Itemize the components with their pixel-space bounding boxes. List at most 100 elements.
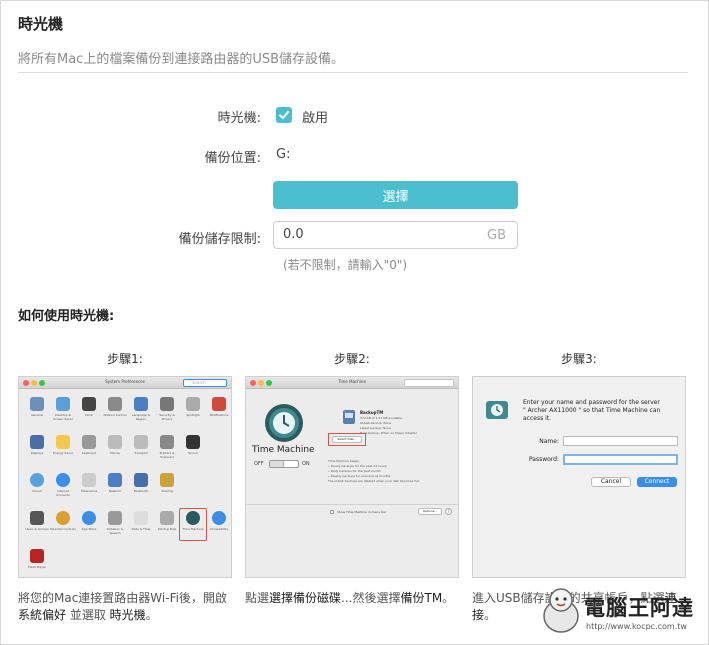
pref-label: Printers & Scanners	[159, 451, 175, 459]
enable-checkbox[interactable]	[276, 107, 292, 123]
pref-icon-dictation-speech[interactable]	[108, 511, 122, 525]
pref-label: Users & Groups	[25, 527, 49, 531]
pref-icon-flash-player[interactable]	[30, 549, 44, 563]
pref-icon-internet-accounts[interactable]	[56, 473, 70, 487]
limit-field[interactable]: GB	[273, 221, 518, 249]
pref-icon-sound[interactable]	[186, 435, 200, 449]
pref-label: Bluetooth	[133, 489, 149, 493]
screenshot-time-machine: Time Machine Time Machine OFF ON ⋮⋮ Back…	[245, 376, 459, 578]
divider	[18, 72, 688, 73]
connect-prompt: Enter your name and password for the ser…	[523, 399, 661, 422]
watermark-brand: 電腦王阿達	[584, 596, 694, 620]
connect-cancel-button[interactable]: Cancel	[591, 477, 631, 487]
pref-label: Displays	[30, 451, 44, 455]
pref-icon-users-groups[interactable]	[30, 511, 44, 525]
watermark-url: http://www.kocpc.com.tw	[586, 622, 687, 631]
limit-unit: GB	[487, 228, 506, 243]
pref-label: General	[31, 413, 43, 417]
select-disk-button[interactable]: Select Disk...	[332, 436, 362, 443]
limit-hint: (若不限制，請輸入"0")	[283, 258, 408, 272]
pref-label: Sharing	[161, 489, 173, 493]
pref-icon-trackpad[interactable]	[134, 435, 148, 449]
prefs-search-field[interactable]: Search	[183, 379, 227, 387]
pref-icon-printers-scanners[interactable]	[160, 435, 174, 449]
pref-label: Security & Privacy	[159, 413, 175, 421]
help-icon[interactable]: ?	[445, 508, 452, 515]
pref-icon-energy-saver[interactable]	[56, 435, 70, 449]
pref-icon-mission-control[interactable]	[108, 397, 122, 411]
pref-label: Network	[108, 489, 122, 493]
pref-icon-mouse[interactable]	[108, 435, 122, 449]
pref-icon-startup-disk[interactable]	[160, 511, 174, 525]
time-machine-highlight	[179, 508, 207, 541]
pref-icon-desktop-screen-saver[interactable]	[56, 397, 70, 411]
menu-bar-label: Show Time Machine in menu bar	[337, 510, 387, 514]
screenshot-system-preferences: System Preferences Search General Desktop…	[18, 376, 232, 578]
pref-icon-displays[interactable]	[30, 435, 44, 449]
pref-label: App Store	[81, 527, 97, 531]
mascot-icon	[543, 588, 579, 633]
backup-location-value: G:	[276, 147, 291, 162]
pref-label: Date & Time	[131, 527, 151, 531]
pref-icon-spotlight[interactable]	[186, 397, 200, 411]
pref-icon-extensions[interactable]	[82, 473, 96, 487]
pref-label: Dictation & Speech	[106, 527, 124, 535]
pref-icon-language-region[interactable]	[134, 397, 148, 411]
pref-label: Trackpad	[134, 451, 148, 455]
pref-label: Mouse	[110, 451, 120, 455]
howto-title: 如何使用時光機:	[18, 309, 115, 324]
check-icon	[279, 111, 289, 119]
options-button[interactable]: Options...	[418, 508, 442, 515]
pref-label: Parental Controls	[50, 527, 76, 531]
pref-label: Language & Region	[131, 413, 151, 421]
pref-icon-dock[interactable]	[82, 397, 96, 411]
step-1-label: 步驟1:	[107, 352, 143, 366]
connect-connect-button[interactable]: Connect	[637, 477, 677, 487]
screenshot-connect-dialog: Enter your name and password for the ser…	[472, 376, 686, 578]
step-2-caption: 點選選擇備份磁碟...然後選擇備份TM。	[245, 591, 455, 605]
pref-label: Energy Saver	[52, 451, 74, 455]
connect-name-input[interactable]	[563, 436, 678, 446]
tm-off-label: OFF	[254, 461, 264, 467]
section-description: 將所有Mac上的檔案備份到連接路由器的USB儲存設備。	[18, 52, 345, 67]
pref-icon-general[interactable]	[30, 397, 44, 411]
pref-label: Dock	[85, 413, 93, 417]
pref-icon-security-privacy[interactable]	[160, 397, 174, 411]
pref-icon-notifications[interactable]	[212, 397, 226, 411]
backup-location-label: 備份位置:	[204, 151, 261, 166]
tm-disk-name: BackupTM	[360, 410, 384, 415]
section-title: 時光機	[18, 15, 64, 33]
pref-label: Sound	[188, 451, 198, 455]
connect-password-label: Password:	[528, 456, 559, 463]
limit-input[interactable]	[283, 227, 463, 242]
menu-bar-checkbox[interactable]	[330, 510, 334, 514]
pref-label: Accessibility	[209, 527, 229, 531]
pref-icon-app-store[interactable]	[82, 511, 96, 525]
pref-icon-bluetooth[interactable]	[134, 473, 148, 487]
pref-label: Startup Disk	[157, 527, 177, 531]
window-titlebar: System Preferences Search	[19, 377, 231, 389]
pref-icon-parental-controls[interactable]	[56, 511, 70, 525]
pref-label: Spotlight	[186, 413, 200, 417]
pref-icon-icloud[interactable]	[30, 473, 44, 487]
tm-disk-details: 372 KB of 1.57 GB available Oldest backu…	[360, 416, 417, 435]
tm-search-field[interactable]	[404, 379, 454, 387]
select-button[interactable]: 選擇	[273, 181, 518, 209]
connect-name-label: Name:	[539, 438, 559, 445]
pref-label: Mission Control	[103, 413, 127, 417]
pref-icon-sharing[interactable]	[160, 473, 174, 487]
pref-label: Internet Accounts	[56, 489, 70, 497]
pref-icon-network[interactable]	[108, 473, 122, 487]
step-3-label: 步驟3:	[561, 352, 597, 366]
drive-icon	[486, 401, 508, 419]
tm-toggle[interactable]	[269, 460, 299, 468]
pref-icon-date-time[interactable]	[134, 511, 148, 525]
connect-password-input[interactable]	[563, 454, 678, 465]
pref-label: Flash Player	[27, 565, 47, 569]
tm-keeps-text: Time Machine keeps: • Hourly backups for…	[328, 459, 420, 483]
time-machine-icon	[265, 404, 303, 442]
pref-icon-accessibility[interactable]	[212, 511, 226, 525]
timemachine-label: 時光機:	[217, 111, 261, 126]
tm-on-label: ON	[302, 461, 310, 467]
pref-icon-keyboard[interactable]	[82, 435, 96, 449]
